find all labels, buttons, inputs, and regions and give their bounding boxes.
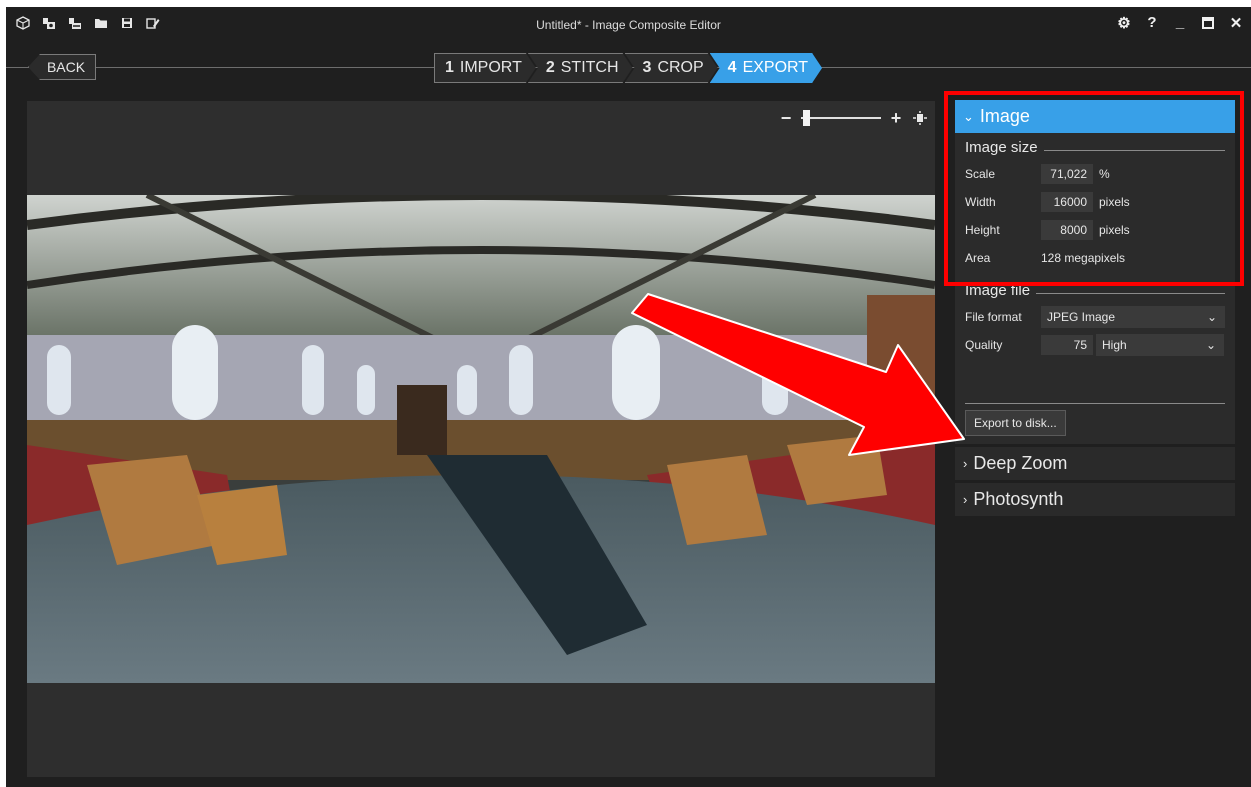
step-import[interactable]: 1 IMPORT <box>434 53 536 83</box>
step-stitch[interactable]: 2 STITCH <box>528 53 633 83</box>
fit-to-window-icon[interactable] <box>911 109 929 127</box>
file-format-label: File format <box>965 310 1022 324</box>
workflow-nav: BACK 1 IMPORT 2 STITCH 3 CROP 4 EXPORT <box>6 51 1251 83</box>
step-crop[interactable]: 3 CROP <box>625 53 718 83</box>
step-number: 1 <box>445 59 454 76</box>
back-button[interactable]: BACK <box>28 54 96 80</box>
group-rule <box>1036 293 1225 294</box>
step-number: 3 <box>642 59 652 76</box>
window-controls: ⚙ ? _ ✕ <box>1117 14 1243 33</box>
quality-row: Quality 75 High ⌄ <box>965 331 1235 359</box>
step-number: 2 <box>545 59 555 76</box>
select-value: JPEG Image <box>1047 310 1116 324</box>
step-number: 4 <box>727 59 737 76</box>
file-format-select[interactable]: JPEG Image ⌄ <box>1041 306 1225 328</box>
step-label: IMPORT <box>459 59 522 76</box>
step-label: EXPORT <box>742 59 809 76</box>
help-icon[interactable]: ? <box>1145 14 1159 33</box>
close-icon[interactable]: ✕ <box>1229 14 1243 33</box>
zoom-out-button[interactable]: − <box>777 108 795 128</box>
minimize-icon[interactable]: _ <box>1173 14 1187 33</box>
workflow-steps: 1 IMPORT 2 STITCH 3 CROP 4 EXPORT <box>434 53 822 81</box>
section-photosynth-header[interactable]: › Photosynth <box>955 483 1235 516</box>
export-to-disk-button[interactable]: Export to disk... <box>965 410 1066 436</box>
step-label: STITCH <box>560 59 619 76</box>
section-title: Photosynth <box>973 489 1064 509</box>
zoom-controls: − + <box>777 108 929 128</box>
highlight-box <box>944 91 1244 286</box>
quality-label: Quality <box>965 338 1003 352</box>
export-divider <box>965 403 1225 404</box>
zoom-slider[interactable] <box>801 109 881 127</box>
chevron-down-icon: ⌄ <box>1206 310 1217 324</box>
maximize-icon[interactable] <box>1201 14 1215 33</box>
step-export[interactable]: 4 EXPORT <box>710 53 822 83</box>
zoom-in-button[interactable]: + <box>887 108 905 128</box>
quality-level-select[interactable]: High ⌄ <box>1096 334 1224 356</box>
zoom-slider-track <box>801 117 881 119</box>
app-window: Untitled* - Image Composite Editor ⚙ ? _… <box>6 7 1251 787</box>
chevron-down-icon: ⌄ <box>1205 338 1216 352</box>
quality-input[interactable]: 75 <box>1041 335 1093 355</box>
zoom-slider-thumb[interactable] <box>803 110 810 126</box>
select-value: High <box>1102 338 1127 352</box>
file-format-row: File format JPEG Image ⌄ <box>965 303 1235 331</box>
chevron-right-icon: › <box>963 456 968 471</box>
window-title: Untitled* - Image Composite Editor <box>536 18 721 32</box>
panorama-image <box>27 195 935 683</box>
chevron-right-icon: › <box>963 492 968 507</box>
section-title: Deep Zoom <box>973 453 1068 473</box>
step-label: CROP <box>657 59 704 76</box>
title-bar: Untitled* - Image Composite Editor ⚙ ? _… <box>6 7 1251 43</box>
settings-icon[interactable]: ⚙ <box>1117 14 1131 33</box>
section-deep-zoom-header[interactable]: › Deep Zoom <box>955 447 1235 480</box>
image-viewer[interactable]: − + <box>27 101 935 777</box>
